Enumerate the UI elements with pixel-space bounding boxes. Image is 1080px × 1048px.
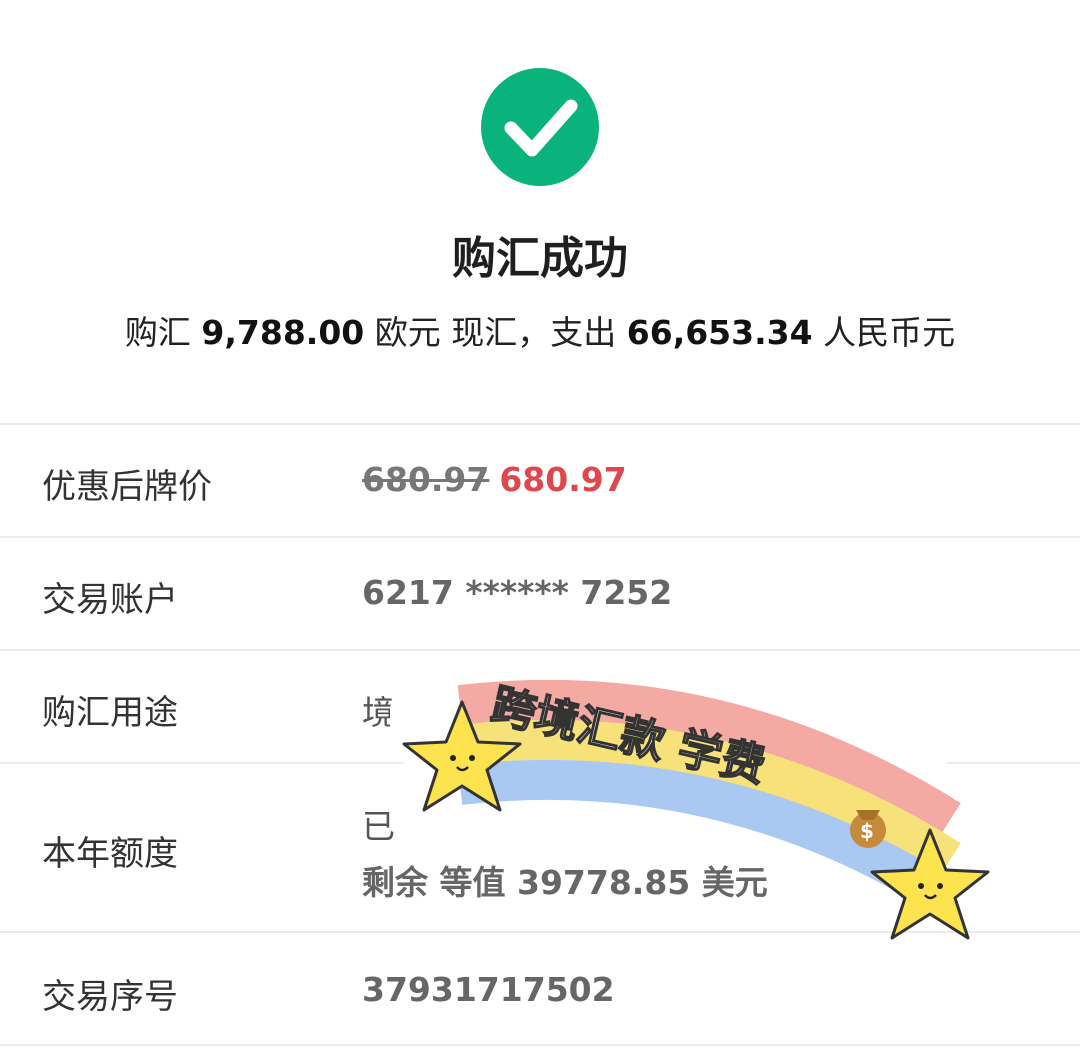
detail-row-rate: 优惠后牌价 680.97 680.97 [0,425,1080,538]
rate-discounted: 680.97 [499,460,627,499]
summary-spend: 66,653.34 [626,313,813,352]
rainbow-graphic: 跨境汇款 学费 $ [389,644,1021,940]
purpose-label: 购汇用途 [42,693,178,733]
summary-amount: 9,788.00 [201,313,365,352]
rate-original: 680.97 [362,460,490,499]
rate-value: 680.97 680.97 [362,460,627,499]
success-check-icon [481,68,599,186]
account-label: 交易账户 [42,580,178,620]
quota-label: 本年额度 [42,834,178,874]
svg-text:$: $ [860,819,874,843]
rate-label: 优惠后牌价 [42,467,212,507]
rainbow-sticker: 跨境汇款 学费 $ [389,644,1021,980]
page-title: 购汇成功 [452,233,628,284]
transaction-summary: 购汇 9,788.00 欧元 现汇，支出 66,653.34 人民币元 [0,306,1080,354]
summary-prefix: 购汇 [124,313,191,352]
account-value: 6217 ****** 7252 [362,573,673,612]
serial-label: 交易序号 [42,977,178,1017]
summary-currency: 欧元 现汇，支出 [374,313,617,352]
summary-spend-currency: 人民币元 [823,313,956,352]
detail-row-account: 交易账户 6217 ****** 7252 [0,538,1080,651]
